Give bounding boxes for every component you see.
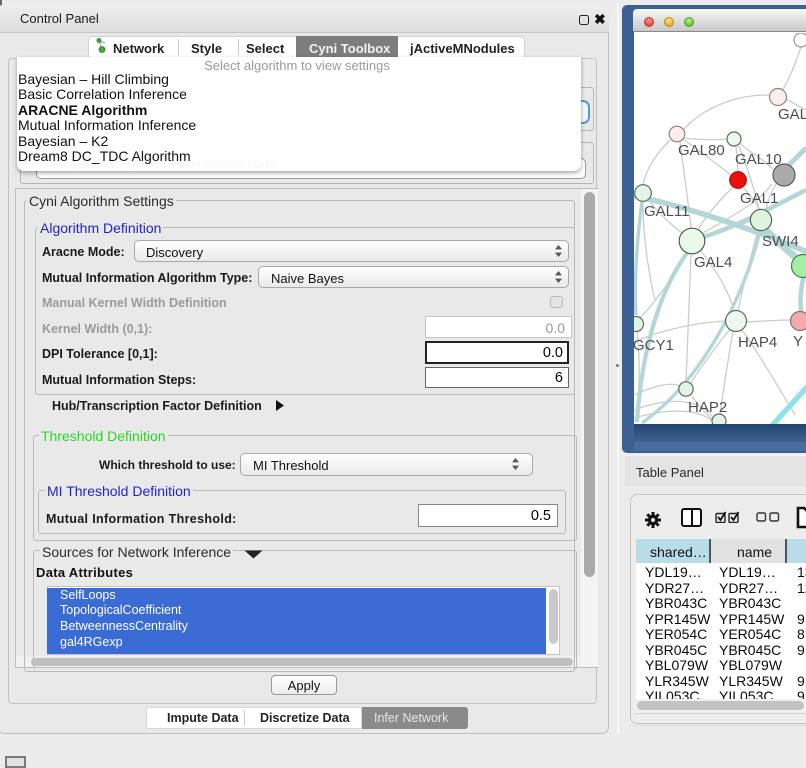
svg-text:GAL80: GAL80 bbox=[678, 142, 725, 159]
svg-text:GAL1: GAL1 bbox=[740, 190, 778, 207]
svg-text:HAP2: HAP2 bbox=[688, 399, 727, 416]
svg-text:GCY1: GCY1 bbox=[634, 337, 674, 354]
svg-text:Y: Y bbox=[793, 333, 803, 350]
svg-text:GAL7: GAL7 bbox=[778, 106, 806, 123]
svg-text:GAL11: GAL11 bbox=[644, 203, 690, 220]
svg-text:HAP4: HAP4 bbox=[738, 334, 777, 351]
svg-text:GAL4: GAL4 bbox=[694, 254, 732, 271]
svg-text:SWI4: SWI4 bbox=[762, 233, 799, 250]
svg-text:GAL10: GAL10 bbox=[735, 151, 782, 168]
